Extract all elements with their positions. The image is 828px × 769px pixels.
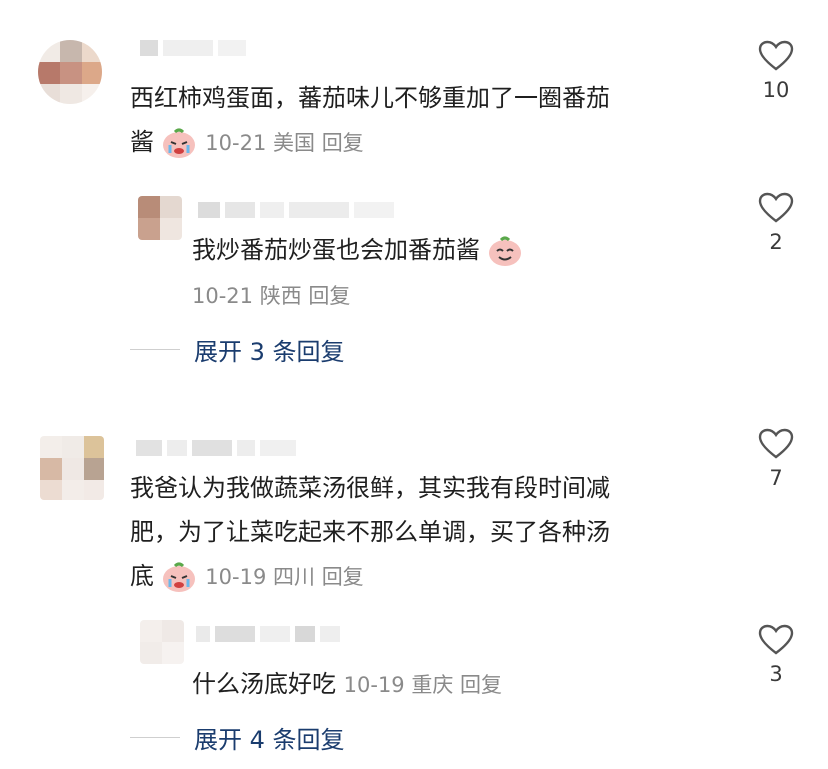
reply-meta: 10-21 陕西 回复 [192,274,350,318]
reply-date: 10-21 [192,284,254,308]
reply-button[interactable]: 回复 [322,565,364,589]
avatar[interactable] [38,40,102,104]
reply-button[interactable]: 回复 [308,284,350,308]
like-button[interactable]: 7 [746,428,806,490]
reply-location: 重庆 [411,673,454,697]
reply-button[interactable]: 回复 [322,131,364,155]
crying-emoji-icon [162,128,195,158]
like-button[interactable]: 10 [746,40,806,102]
username-blurred[interactable] [196,626,340,642]
comment-date: 10-19 [205,565,267,589]
comment-text: 我爸认为我做蔬菜汤很鲜，其实我有段时间减 肥，为了让菜吃起来不那么单调，买了各种… [130,466,610,599]
reply-text-line: 什么汤底好吃 [192,670,336,698]
expand-replies-label: 展开 4 条回复 [194,726,345,754]
expand-replies-label: 展开 3 条回复 [194,338,345,366]
like-count: 10 [762,78,790,102]
comment-location: 美国 [273,131,315,155]
smiling-emoji-icon [488,236,521,266]
comment-text-line: 酱 [130,128,154,156]
comment-date: 10-21 [205,131,267,155]
expand-replies-button[interactable]: 展开 4 条回复 [130,720,345,755]
like-count: 3 [769,662,783,686]
reply-date: 10-19 [343,673,405,697]
comment-location: 四川 [273,565,315,589]
comment-text: 西红柿鸡蛋面，蕃茄味儿不够重加了一圈番茄 酱 10-21 美国 回复 [130,76,610,165]
comment-text-line: 肥，为了让菜吃起来不那么单调，买了各种汤 [130,518,610,546]
like-button[interactable]: 3 [746,624,806,686]
reply-button[interactable]: 回复 [460,673,502,697]
crying-emoji-icon [162,562,195,592]
reply-text: 什么汤底好吃 10-19 重庆 回复 [192,662,502,707]
like-count: 2 [769,230,783,254]
divider [130,737,180,738]
comment-text-line: 底 [130,562,154,590]
reply-location: 陕西 [259,284,302,308]
heart-outline-icon [758,428,794,459]
avatar[interactable] [138,196,182,240]
username-blurred[interactable] [140,40,246,56]
comment-text-line: 我爸认为我做蔬菜汤很鲜，其实我有段时间减 [130,474,610,502]
username-blurred[interactable] [136,440,296,456]
heart-outline-icon [758,624,794,655]
username-blurred[interactable] [198,202,394,218]
heart-outline-icon [758,192,794,223]
comment-text-line: 西红柿鸡蛋面，蕃茄味儿不够重加了一圈番茄 [130,84,610,112]
expand-replies-button[interactable]: 展开 3 条回复 [130,332,345,367]
reply-text: 我炒番茄炒蛋也会加番茄酱 [192,228,524,272]
avatar[interactable] [40,436,104,500]
avatar[interactable] [140,620,184,664]
like-count: 7 [769,466,783,490]
divider [130,349,180,350]
like-button[interactable]: 2 [746,192,806,254]
heart-outline-icon [758,40,794,71]
reply-text-line: 我炒番茄炒蛋也会加番茄酱 [192,236,480,264]
